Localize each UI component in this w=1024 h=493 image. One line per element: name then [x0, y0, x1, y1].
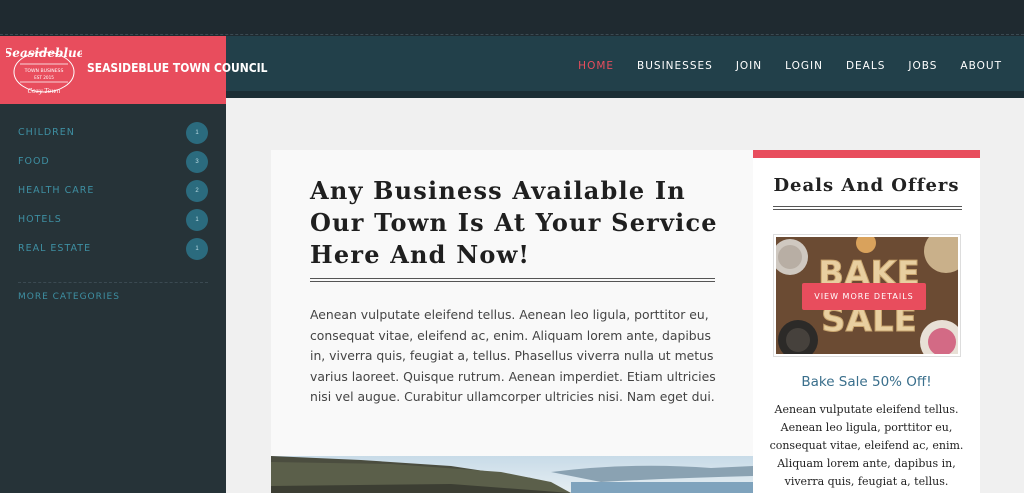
nav-businesses[interactable]: BUSINESSES — [637, 60, 713, 72]
deals-title-divider — [773, 206, 962, 210]
more-categories-link[interactable]: MORE CATEGORIES — [18, 292, 120, 302]
site-name: SEASIDEBLUE TOWN COUNCIL — [87, 60, 268, 75]
category-sidebar: CHILDREN 1 FOOD 3 HEALTH CARE 2 HOTELS 1… — [0, 104, 226, 493]
badge-script: Cozy Town — [28, 88, 61, 95]
page-headline: Any Business Available In Our Town Is At… — [310, 176, 718, 269]
intro-paragraph: Aenean vulputate eleifend tellus. Aenean… — [310, 307, 716, 404]
category-count-badge: 1 — [186, 209, 208, 231]
logo-badge: Seasideblue TOWN BUSINESS EST 2015 Cozy … — [6, 46, 82, 95]
landscape-photo — [271, 456, 753, 493]
nav-jobs[interactable]: JOBS — [908, 60, 937, 72]
category-label: CHILDREN — [18, 127, 75, 138]
category-health-care[interactable]: HEALTH CARE 2 — [18, 180, 208, 204]
deals-widget: Deals And Offers BAKE SALE VIEW MORE DETA… — [753, 150, 980, 493]
top-strip — [0, 0, 1024, 36]
deal-title-link[interactable]: Bake Sale 50% Off! — [753, 374, 980, 390]
category-count-badge: 2 — [186, 180, 208, 202]
badge-line1: TOWN BUSINESS — [24, 68, 64, 74]
category-label: FOOD — [18, 156, 50, 167]
nav-login[interactable]: LOGIN — [785, 60, 823, 72]
deals-title: Deals And Offers — [773, 175, 960, 196]
category-count-badge: 1 — [186, 122, 208, 144]
deal-description: Aenean vulputate eleifend tellus. Aenean… — [769, 403, 964, 488]
headline-divider — [310, 278, 715, 282]
view-more-details-button[interactable]: VIEW MORE DETAILS — [802, 283, 926, 310]
category-count-badge: 3 — [186, 151, 208, 173]
top-navbar: HOME BUSINESSES JOIN LOGIN DEALS JOBS AB… — [226, 36, 1024, 98]
sidebar-divider — [18, 282, 208, 283]
category-label: HOTELS — [18, 214, 62, 225]
badge-line2: EST 2015 — [34, 75, 54, 80]
nav-about[interactable]: ABOUT — [960, 60, 1002, 72]
widget-accent-bar — [753, 150, 980, 158]
category-children[interactable]: CHILDREN 1 — [18, 122, 208, 146]
category-real-estate[interactable]: REAL ESTATE 1 — [18, 238, 208, 262]
category-count-badge: 1 — [186, 238, 208, 260]
bake-sale-image[interactable]: BAKE SALE VIEW MORE DETAILS — [773, 234, 961, 357]
nav-deals[interactable]: DEALS — [846, 60, 885, 72]
site-logo[interactable]: Seasideblue TOWN BUSINESS EST 2015 Cozy … — [0, 36, 267, 104]
main-nav: HOME BUSINESSES JOIN LOGIN DEALS JOBS AB… — [578, 60, 1002, 72]
category-label: REAL ESTATE — [18, 243, 92, 254]
nav-home[interactable]: HOME — [578, 60, 614, 72]
intro-card: Any Business Available In Our Town Is At… — [271, 150, 753, 493]
category-hotels[interactable]: HOTELS 1 — [18, 209, 208, 233]
category-label: HEALTH CARE — [18, 185, 95, 196]
badge-title: Seasideblue — [6, 46, 82, 60]
category-food[interactable]: FOOD 3 — [18, 151, 208, 175]
nav-join[interactable]: JOIN — [736, 60, 762, 72]
